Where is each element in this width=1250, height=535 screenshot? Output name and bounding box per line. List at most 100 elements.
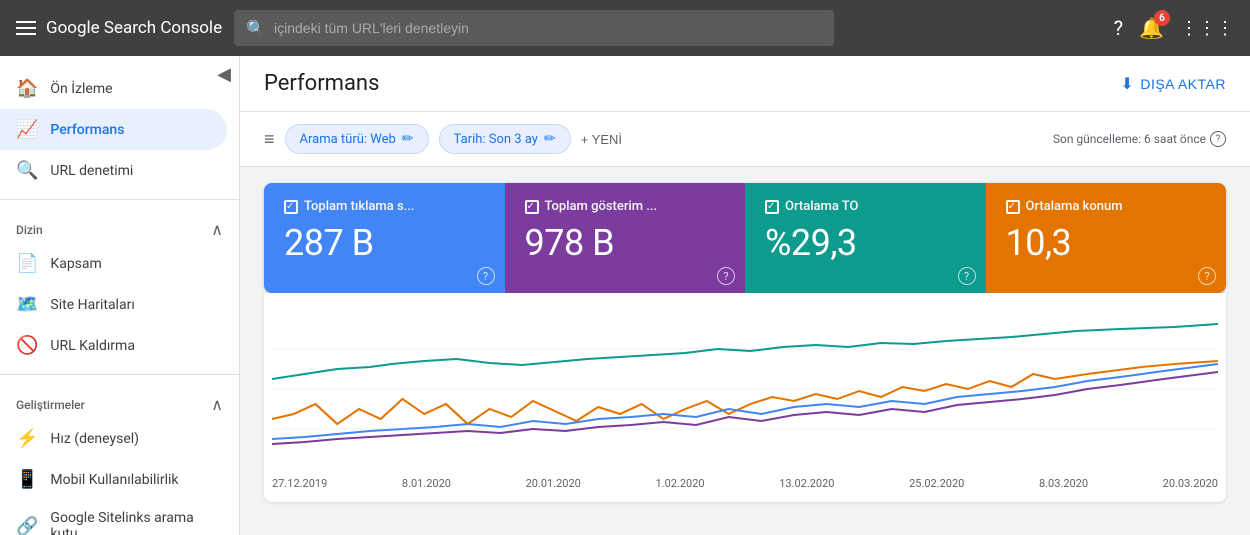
nav-label-removals: URL Kaldırma [50, 338, 135, 354]
export-button[interactable]: ⬇ DIŞA AKTAR [1120, 74, 1226, 94]
apps-icon[interactable]: ⋮⋮⋮ [1180, 18, 1234, 39]
performance-icon: 📈 [16, 119, 38, 140]
metric-help-impressions[interactable]: ? [717, 267, 735, 285]
sidebar-item-sitelinks[interactable]: 🔗 Google Sitelinks arama kutu... [0, 500, 227, 535]
performance-chart [272, 309, 1218, 469]
main-content: Performans ⬇ DIŞA AKTAR ≡ Arama türü: We… [240, 56, 1250, 535]
home-icon: 🏠 [16, 78, 38, 99]
metric-value-position: 10,3 [1006, 222, 1207, 264]
metric-value-clicks: 287 B [284, 222, 485, 264]
coverage-icon: 📄 [16, 253, 38, 274]
search-bar[interactable]: 🔍 [234, 10, 834, 46]
chart-x-axis: 27.12.2019 8.01.2020 20.01.2020 1.02.202… [272, 473, 1218, 494]
metric-checkbox-impressions [525, 200, 539, 214]
x-label-0: 27.12.2019 [272, 477, 327, 490]
x-label-2: 20.01.2020 [526, 477, 581, 490]
metric-help-position[interactable]: ? [1198, 267, 1216, 285]
x-label-5: 25.02.2020 [909, 477, 964, 490]
update-help-icon[interactable]: ? [1210, 131, 1226, 147]
hamburger-menu[interactable] [16, 21, 36, 35]
filter-bar: ≡ Arama türü: Web ✏ Tarih: Son 3 ay ✏ + … [240, 112, 1250, 167]
metric-label-clicks: Toplam tıklama s... [284, 199, 485, 214]
sidebar-item-performance[interactable]: 📈 Performans [0, 109, 227, 150]
speed-icon: ⚡ [16, 428, 38, 449]
search-icon: 🔍 [246, 19, 266, 38]
topbar-logo: Google Search Console [16, 18, 222, 38]
sidebar-item-speed[interactable]: ⚡ Hız (deneysel) [0, 418, 227, 459]
filter-date-edit-icon: ✏ [544, 131, 556, 147]
metric-checkbox-clicks [284, 200, 298, 214]
section-index-label: Dizin [16, 223, 43, 237]
metric-value-ctr: %29,3 [765, 222, 966, 264]
nav-label-url-inspection: URL denetimi [50, 163, 133, 179]
x-label-7: 20.03.2020 [1163, 477, 1218, 490]
chart-area: 27.12.2019 8.01.2020 20.01.2020 1.02.202… [264, 293, 1226, 502]
help-icon[interactable]: ? [1114, 16, 1123, 40]
metric-card-ctr[interactable]: Ortalama TO %29,3 ? [745, 183, 986, 293]
filter-chip-date[interactable]: Tarih: Son 3 ay ✏ [439, 124, 571, 154]
metrics-grid: Toplam tıklama s... 287 B ? Toplam göste… [264, 183, 1226, 293]
sidebar-item-sitemaps[interactable]: 🗺️ Site Haritaları [0, 284, 227, 325]
metric-card-impressions[interactable]: Toplam gösterim ... 978 B ? [505, 183, 746, 293]
nav-label-performance: Performans [50, 122, 124, 138]
nav-label-coverage: Kapsam [50, 256, 101, 272]
x-label-1: 8.01.2020 [402, 477, 451, 490]
sitelinks-icon: 🔗 [16, 516, 38, 535]
metric-value-impressions: 978 B [525, 222, 726, 264]
page-title: Performans [264, 71, 379, 96]
nav-divider-2 [0, 374, 239, 375]
sidebar-item-overview[interactable]: 🏠 Ön İzleme [0, 68, 227, 109]
x-label-3: 1.02.2020 [655, 477, 704, 490]
nav-label-speed: Hız (deneysel) [50, 431, 139, 447]
nav-label-mobile: Mobil Kullanılabilirlik [50, 472, 178, 488]
export-label: DIŞA AKTAR [1140, 76, 1226, 92]
nav-divider-1 [0, 199, 239, 200]
main-header: Performans ⬇ DIŞA AKTAR [240, 56, 1250, 112]
filter-date-label: Tarih: Son 3 ay [454, 132, 538, 147]
metric-label-ctr: Ortalama TO [765, 199, 966, 214]
add-filter-label: + YENİ [581, 132, 622, 147]
section-enhancements-label: Geliştirmeler [16, 398, 85, 412]
x-label-6: 8.03.2020 [1039, 477, 1088, 490]
filter-icon: ≡ [264, 129, 275, 150]
mobile-icon: 📱 [16, 469, 38, 490]
filter-search-type-label: Arama türü: Web [300, 132, 396, 147]
topbar: Google Search Console 🔍 ? 🔔 6 ⋮⋮⋮ [0, 0, 1250, 56]
metric-checkbox-position [1006, 200, 1020, 214]
sitemaps-icon: 🗺️ [16, 294, 38, 315]
layout: ◀ 🏠 Ön İzleme 📈 Performans 🔍 URL denetim… [0, 56, 1250, 535]
metric-card-position[interactable]: Ortalama konum 10,3 ? [986, 183, 1227, 293]
section-index: Dizin ∧ [0, 208, 239, 243]
nav-label-overview: Ön İzleme [50, 81, 112, 97]
update-info-text: Son güncelleme: 6 saat önce [1053, 132, 1206, 146]
section-enhancements-toggle[interactable]: ∧ [211, 395, 223, 414]
metric-label-position: Ortalama konum [1006, 199, 1207, 214]
search-icon-nav: 🔍 [16, 160, 38, 181]
metric-card-clicks[interactable]: Toplam tıklama s... 287 B ? [264, 183, 505, 293]
metrics-section: Toplam tıklama s... 287 B ? Toplam göste… [240, 167, 1250, 502]
add-filter-button[interactable]: + YENİ [581, 132, 622, 147]
notification-badge: 6 [1154, 10, 1170, 26]
section-index-toggle[interactable]: ∧ [211, 220, 223, 239]
metric-help-clicks[interactable]: ? [477, 267, 495, 285]
nav-label-sitemaps: Site Haritaları [50, 297, 134, 313]
sidebar-item-url-inspection[interactable]: 🔍 URL denetimi [0, 150, 227, 191]
search-input[interactable] [274, 20, 822, 36]
removals-icon: 🚫 [16, 335, 38, 356]
metric-help-ctr[interactable]: ? [958, 267, 976, 285]
metric-label-impressions: Toplam gösterim ... [525, 199, 726, 214]
sidebar-item-removals[interactable]: 🚫 URL Kaldırma [0, 325, 227, 366]
filter-search-type-edit-icon: ✏ [402, 131, 414, 147]
metric-checkbox-ctr [765, 200, 779, 214]
sidebar-item-coverage[interactable]: 📄 Kapsam [0, 243, 227, 284]
section-enhancements: Geliştirmeler ∧ [0, 383, 239, 418]
app-title: Google Search Console [46, 18, 222, 38]
nav-label-sitelinks: Google Sitelinks arama kutu... [50, 510, 211, 535]
sidebar-item-mobile[interactable]: 📱 Mobil Kullanılabilirlik [0, 459, 227, 500]
sidebar-collapse-icon[interactable]: ◀ [217, 64, 231, 85]
notifications-icon[interactable]: 🔔 6 [1139, 16, 1164, 40]
x-label-4: 13.02.2020 [779, 477, 834, 490]
filter-chip-search-type[interactable]: Arama türü: Web ✏ [285, 124, 429, 154]
export-icon: ⬇ [1120, 74, 1134, 94]
sidebar: ◀ 🏠 Ön İzleme 📈 Performans 🔍 URL denetim… [0, 56, 240, 535]
